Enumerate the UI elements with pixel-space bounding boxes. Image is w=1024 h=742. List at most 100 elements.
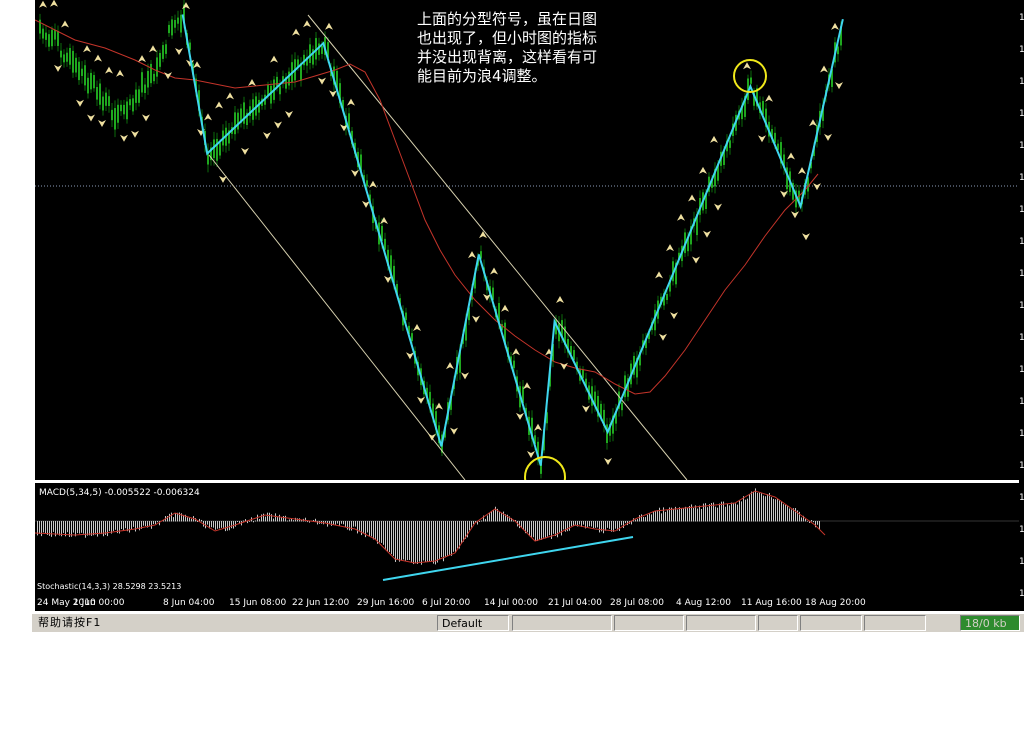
- macd-histogram-bar: [527, 521, 528, 533]
- candle-body: [69, 48, 71, 65]
- fractal-up-marker: [204, 113, 212, 121]
- macd-histogram-bar: [813, 521, 814, 523]
- fractal-up-marker: [413, 324, 421, 332]
- macd-histogram-bar: [211, 521, 212, 528]
- fractal-down-marker: [120, 134, 128, 142]
- candle-body: [126, 101, 128, 120]
- candle-body: [135, 89, 137, 103]
- candle-body: [150, 63, 152, 84]
- fractal-up-marker: [39, 0, 47, 8]
- macd-histogram-bar: [383, 521, 384, 545]
- macd-histogram-bar: [457, 521, 458, 549]
- macd-histogram-bar: [811, 520, 812, 522]
- status-profile[interactable]: Default: [437, 615, 509, 631]
- candle-body: [51, 29, 53, 47]
- price-axis-tick-label: 1: [1019, 493, 1024, 503]
- candle-body: [750, 77, 752, 84]
- time-axis-tick-label: 18 Aug 20:00: [805, 598, 866, 608]
- macd-histogram-bar: [647, 514, 648, 522]
- macd-histogram-bar: [689, 505, 690, 522]
- macd-histogram-bar: [191, 518, 192, 522]
- macd-histogram-bar: [779, 499, 780, 522]
- fractal-up-marker: [248, 78, 256, 86]
- macd-histogram-bar: [543, 521, 544, 538]
- macd-histogram-bar: [769, 492, 770, 522]
- connection-status[interactable]: 18/0 kb: [960, 615, 1020, 631]
- fractal-up-marker: [292, 28, 300, 36]
- macd-histogram-bar: [557, 521, 558, 538]
- macd-indicator-pane[interactable]: MACD(5,34,5) -0.005522 -0.006324 Stochas…: [34, 483, 1019, 591]
- time-axis-tick-label: 6 Jul 20:00: [422, 598, 471, 608]
- price-axis: 1 1 1 1 1 1 1 1 1 1 1 1 1 1 1 1 1 1 1: [1019, 0, 1024, 611]
- fractal-down-marker: [714, 203, 722, 211]
- macd-histogram-bar: [393, 521, 394, 557]
- candle-body: [108, 96, 110, 106]
- price-chart[interactable]: 上面的分型符号，虽在日图 也出现了，但小时图的指标 并没出现背离，这样看有可 能…: [34, 0, 1019, 498]
- macd-histogram-bar: [173, 517, 174, 522]
- candle-body: [171, 19, 173, 36]
- macd-histogram-bar: [569, 521, 570, 531]
- macd-histogram-bar: [653, 511, 654, 522]
- macd-histogram-bar: [281, 517, 282, 522]
- macd-histogram-bar: [729, 505, 730, 522]
- candle-body: [132, 98, 134, 112]
- fractal-down-marker: [164, 72, 172, 80]
- macd-histogram-bar: [125, 521, 126, 529]
- macd-histogram-bar: [75, 521, 76, 537]
- candle-body: [288, 71, 290, 86]
- candle-body: [84, 65, 86, 86]
- macd-histogram-bar: [53, 521, 54, 532]
- macd-histogram-bar: [175, 513, 176, 522]
- price-axis-tick-label: 1: [1019, 557, 1024, 567]
- fractal-up-marker: [325, 22, 333, 30]
- macd-histogram-bar: [145, 521, 146, 527]
- macd-histogram-bar: [235, 521, 236, 527]
- annotation-line-2: 也出现了，但小时图的指标: [417, 29, 597, 47]
- macd-histogram-bar: [469, 521, 470, 531]
- price-chart-pane[interactable]: 上面的分型符号，虽在日图 也出现了，但小时图的指标 并没出现背离，这样看有可 能…: [34, 0, 1019, 498]
- candle-body: [111, 109, 113, 121]
- macd-histogram-bar: [445, 521, 446, 558]
- macd-histogram-bar: [421, 521, 422, 565]
- macd-chart[interactable]: MACD(5,34,5) -0.005522 -0.006324 Stochas…: [34, 483, 1019, 591]
- macd-histogram-bar: [795, 508, 796, 522]
- candle-body: [219, 142, 221, 156]
- macd-histogram-bar: [157, 521, 158, 523]
- macd-histogram-bar: [639, 515, 640, 522]
- annotation-line-1: 上面的分型符号，虽在日图: [417, 10, 597, 28]
- macd-histogram-bar: [751, 491, 752, 522]
- price-axis-tick-label: 1: [1019, 333, 1024, 343]
- macd-histogram-bar: [771, 497, 772, 522]
- fractal-up-marker: [347, 98, 355, 106]
- macd-histogram-bar: [329, 521, 330, 524]
- fractal-up-marker: [149, 45, 157, 53]
- candle-body: [66, 52, 68, 62]
- macd-histogram-bar: [761, 493, 762, 522]
- candle-body: [153, 73, 155, 82]
- channel-line-lower[interactable]: [208, 154, 466, 481]
- macd-histogram-bar: [331, 521, 332, 526]
- fractal-down-marker: [813, 183, 821, 191]
- fractal-down-marker: [87, 114, 95, 122]
- macd-histogram-bar: [325, 521, 326, 523]
- candle-body: [234, 112, 236, 135]
- status-cell-empty: [512, 615, 612, 631]
- macd-histogram-bar: [657, 510, 658, 522]
- macd-histogram-bar: [801, 517, 802, 522]
- macd-histogram-bar: [805, 518, 806, 522]
- macd-histogram-bar: [599, 521, 600, 533]
- macd-histogram-bar: [643, 516, 644, 522]
- macd-histogram-bar: [81, 521, 82, 533]
- fractal-up-marker: [380, 216, 388, 224]
- macd-histogram-bar: [369, 521, 370, 537]
- macd-histogram-bar: [559, 521, 560, 534]
- candle-body: [57, 30, 59, 46]
- macd-histogram-bar: [661, 513, 662, 522]
- macd-histogram-bar: [221, 521, 222, 528]
- macd-histogram-bar: [665, 511, 666, 522]
- time-axis-tick-label: 15 Jun 08:00: [229, 598, 286, 608]
- macd-histogram-bar: [429, 521, 430, 562]
- macd-histogram-bar: [349, 521, 350, 531]
- macd-histogram: [37, 488, 820, 565]
- macd-histogram-bar: [697, 508, 698, 522]
